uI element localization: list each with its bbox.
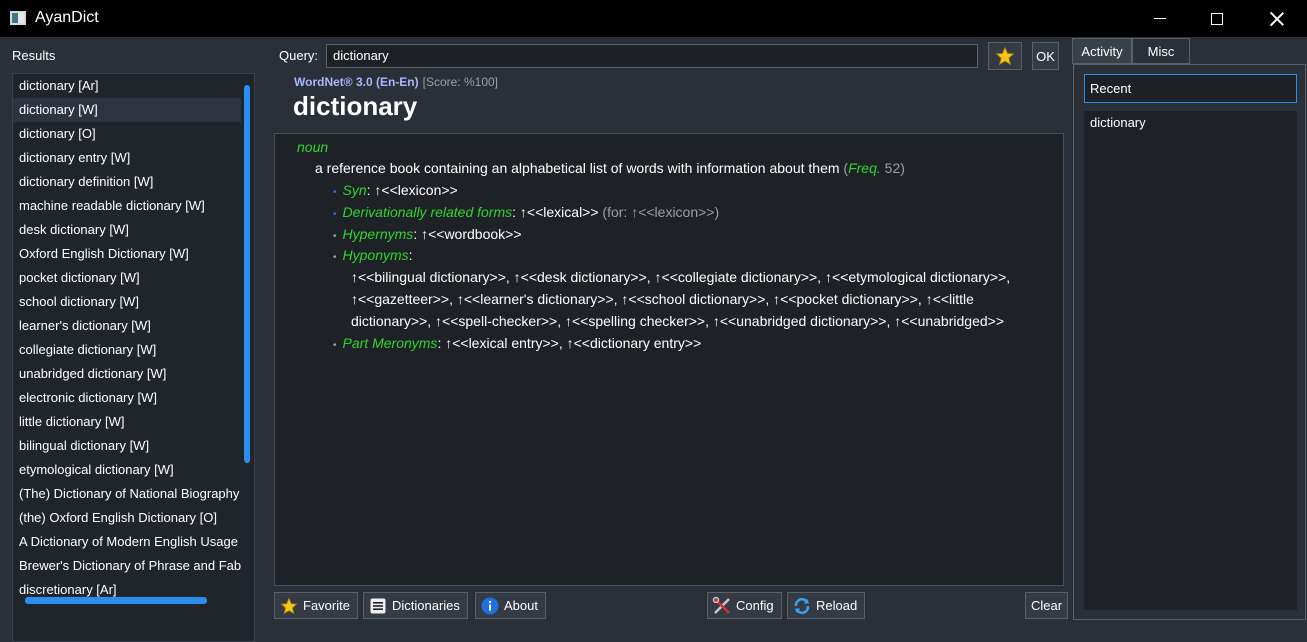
relation-value[interactable]: : ↑<<lexicon>> bbox=[367, 182, 458, 198]
results-label: Results bbox=[12, 48, 56, 63]
relation-name: Hypernyms bbox=[342, 226, 414, 242]
results-list[interactable]: dictionary [Ar] dictionary [W] dictionar… bbox=[12, 73, 255, 642]
dictionaries-label: Dictionaries bbox=[392, 598, 460, 613]
close-button[interactable] bbox=[1247, 0, 1307, 37]
bullet-icon: • bbox=[333, 340, 337, 351]
bullet-icon: • bbox=[333, 252, 337, 263]
result-item[interactable]: etymological dictionary [W] bbox=[13, 458, 241, 482]
query-label: Query: bbox=[279, 48, 319, 63]
hyponyms-line[interactable]: ↑<<bilingual dictionary>>, ↑<<desk dicti… bbox=[351, 266, 1010, 288]
result-item[interactable]: unabridged dictionary [W] bbox=[13, 362, 241, 386]
star-icon bbox=[279, 596, 299, 616]
maximize-button[interactable] bbox=[1187, 0, 1247, 37]
relation-hypernyms: • Hypernyms: ↑<<wordbook>> bbox=[333, 226, 522, 242]
relation-name: Syn bbox=[342, 182, 367, 198]
close-icon bbox=[1270, 12, 1284, 26]
app-icon bbox=[10, 11, 26, 25]
freq-value: 52) bbox=[884, 160, 905, 176]
headword: dictionary bbox=[293, 91, 418, 121]
dictionaries-button[interactable]: Dictionaries bbox=[363, 592, 468, 619]
title-bar: AyanDict bbox=[0, 0, 1307, 37]
side-panel: Activity Misc Recent dictionary bbox=[1072, 37, 1307, 620]
result-item[interactable]: (The) Dictionary of National Biography [ bbox=[13, 482, 241, 506]
about-label: About bbox=[504, 598, 538, 613]
tab-misc[interactable]: Misc bbox=[1132, 38, 1190, 64]
relation-name: Derivationally related forms bbox=[342, 204, 513, 220]
dictionary-source: WordNet® 3.0 (En-En) [Score: %100] bbox=[294, 75, 498, 89]
relation-part-meronyms: • Part Meronyms: ↑<<lexical entry>>, ↑<<d… bbox=[333, 335, 701, 351]
about-button[interactable]: About bbox=[475, 592, 546, 619]
query-input[interactable]: dictionary bbox=[326, 44, 978, 68]
result-item[interactable]: A Dictionary of Modern English Usage [ bbox=[13, 530, 241, 554]
results-vscroll-thumb[interactable] bbox=[244, 85, 250, 463]
window-title: AyanDict bbox=[35, 9, 99, 26]
star-icon bbox=[995, 46, 1015, 66]
list-icon bbox=[368, 596, 388, 616]
favorite-label: Favorite bbox=[303, 598, 350, 613]
definition-view[interactable]: noun a reference book containing an alph… bbox=[274, 133, 1064, 586]
add-favorite-button[interactable] bbox=[988, 42, 1022, 70]
config-button[interactable]: Config bbox=[707, 592, 782, 619]
reload-button[interactable]: Reload bbox=[787, 592, 866, 619]
favorite-button[interactable]: Favorite bbox=[274, 592, 358, 619]
match-score: [Score: %100] bbox=[422, 75, 498, 89]
result-item[interactable]: pocket dictionary [W] bbox=[13, 266, 241, 290]
result-item[interactable]: learner's dictionary [W] bbox=[13, 314, 241, 338]
relation-value: : bbox=[408, 247, 413, 263]
config-label: Config bbox=[736, 598, 774, 613]
results-hscroll-thumb[interactable] bbox=[25, 597, 207, 604]
tab-activity[interactable]: Activity bbox=[1072, 38, 1132, 64]
result-item[interactable]: school dictionary [W] bbox=[13, 290, 241, 314]
relation-syn: • Syn: ↑<<lexicon>> bbox=[333, 182, 458, 198]
maximize-icon bbox=[1211, 12, 1223, 25]
info-icon bbox=[480, 596, 500, 616]
recent-selector[interactable]: Recent bbox=[1084, 74, 1297, 103]
clear-button[interactable]: Clear bbox=[1025, 592, 1069, 619]
clear-label: Clear bbox=[1031, 598, 1063, 613]
relation-extra[interactable]: (for: ↑<<lexicon>>) bbox=[599, 204, 719, 220]
relation-value[interactable]: : ↑<<lexical>> bbox=[512, 204, 598, 220]
recent-list[interactable]: dictionary bbox=[1084, 111, 1297, 610]
result-item[interactable]: bilingual dictionary [W] bbox=[13, 434, 241, 458]
bullet-icon: • bbox=[333, 209, 337, 220]
minimize-button[interactable] bbox=[1130, 0, 1190, 37]
relation-hyponyms: • Hyponyms: bbox=[333, 247, 413, 263]
relation-value[interactable]: : ↑<<lexical entry>>, ↑<<dictionary entr… bbox=[437, 335, 701, 351]
recent-item[interactable]: dictionary bbox=[1084, 111, 1297, 135]
definition-gloss: a reference book containing an alphabeti… bbox=[315, 160, 905, 176]
relation-name: Part Meronyms bbox=[342, 335, 438, 351]
part-of-speech: noun bbox=[297, 139, 329, 155]
result-item[interactable]: dictionary [Ar] bbox=[13, 74, 241, 98]
result-item[interactable]: Oxford English Dictionary [W] bbox=[13, 242, 241, 266]
minimize-icon bbox=[1154, 18, 1166, 19]
result-item[interactable]: dictionary [O] bbox=[13, 122, 241, 146]
hyponyms-line[interactable]: ↑<<gazetteer>>, ↑<<learner's dictionary>… bbox=[351, 288, 1010, 310]
tools-icon bbox=[712, 596, 732, 616]
reload-icon bbox=[792, 596, 812, 616]
activity-pane: Recent dictionary bbox=[1073, 64, 1306, 620]
result-item[interactable]: (the) Oxford English Dictionary [O] bbox=[13, 506, 241, 530]
result-item[interactable]: electronic dictionary [W] bbox=[13, 386, 241, 410]
result-item[interactable]: dictionary definition [W] bbox=[13, 170, 241, 194]
ok-button[interactable]: OK bbox=[1032, 42, 1059, 70]
result-item[interactable]: desk dictionary [W] bbox=[13, 218, 241, 242]
gloss-text: a reference book containing an alphabeti… bbox=[315, 160, 840, 176]
result-item[interactable]: dictionary entry [W] bbox=[13, 146, 241, 170]
results-panel: Results dictionary [Ar] dictionary [W] d… bbox=[0, 37, 265, 642]
bullet-icon: • bbox=[333, 231, 337, 242]
relation-name: Hyponyms bbox=[342, 247, 409, 263]
relation-derivational: • Derivationally related forms: ↑<<lexica… bbox=[333, 204, 719, 220]
result-item[interactable]: little dictionary [W] bbox=[13, 410, 241, 434]
bullet-icon: • bbox=[333, 187, 337, 198]
reload-label: Reload bbox=[816, 598, 858, 613]
result-item[interactable]: collegiate dictionary [W] bbox=[13, 338, 241, 362]
relation-value[interactable]: : ↑<<wordbook>> bbox=[413, 226, 521, 242]
result-item-selected[interactable]: dictionary [W] bbox=[13, 98, 241, 122]
result-item[interactable]: Brewer's Dictionary of Phrase and Fable bbox=[13, 554, 241, 578]
freq-label: Freq. bbox=[848, 160, 881, 176]
result-item[interactable]: machine readable dictionary [W] bbox=[13, 194, 241, 218]
hyponyms-list: ↑<<bilingual dictionary>>, ↑<<desk dicti… bbox=[351, 266, 1010, 332]
hyponyms-line[interactable]: dictionary>>, ↑<<spell-checker>>, ↑<<spe… bbox=[351, 310, 1010, 332]
dictionary-name: WordNet® 3.0 (En-En) bbox=[294, 75, 419, 89]
